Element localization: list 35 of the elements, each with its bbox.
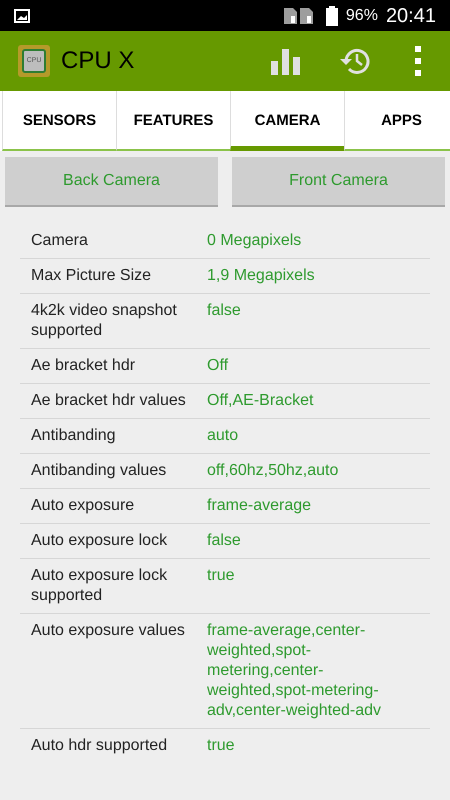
overflow-menu-icon[interactable] bbox=[412, 46, 424, 76]
property-label: Antibanding values bbox=[30, 461, 168, 481]
property-value: frame-average,center-weighted,spot-metering,center-weighted,spot-metering-adv,center-weighted-adv bbox=[207, 621, 382, 721]
sim-card-icon bbox=[282, 6, 315, 26]
property-label: Auto exposure lock bbox=[30, 531, 168, 551]
battery-percentage: 96% bbox=[346, 6, 378, 26]
tab[interactable]: CAMERA bbox=[230, 91, 344, 151]
property-value: off,60hz,50hz,auto bbox=[207, 461, 340, 481]
property-label: 4k2k video snapshot supported bbox=[30, 301, 178, 341]
tab[interactable]: SENSORS bbox=[2, 91, 116, 151]
clock: 20:41 bbox=[386, 4, 436, 28]
property-value: Off bbox=[207, 356, 230, 376]
property-value: 1,9 Megapixels bbox=[207, 266, 316, 286]
battery-icon bbox=[326, 6, 338, 26]
property-label: Ae bracket hdr bbox=[30, 356, 136, 376]
property-value: Off,AE-Bracket bbox=[207, 391, 314, 411]
property-label: Ae bracket hdr values bbox=[30, 391, 187, 411]
property-label: Camera bbox=[30, 231, 89, 251]
property-label: Antibanding bbox=[30, 426, 117, 446]
tab[interactable]: FEATURES bbox=[116, 91, 230, 151]
app-title: CPU X bbox=[61, 46, 134, 76]
tab[interactable]: APPS bbox=[344, 91, 450, 151]
property-value: true bbox=[207, 736, 236, 756]
property-label: Auto exposure bbox=[30, 496, 136, 516]
property-value: false bbox=[207, 531, 242, 551]
property-label: Auto hdr supported bbox=[30, 736, 168, 756]
property-value: true bbox=[207, 566, 236, 586]
property-value: false bbox=[207, 301, 242, 321]
property-label: Auto exposure values bbox=[30, 621, 186, 641]
image-icon bbox=[14, 8, 30, 22]
property-label: Auto exposure lock supported bbox=[30, 566, 168, 606]
property-value: 0 Megapixels bbox=[207, 231, 302, 251]
property-value: frame-average bbox=[207, 496, 312, 516]
property-label: Max Picture Size bbox=[30, 266, 152, 286]
property-value: auto bbox=[207, 426, 240, 446]
